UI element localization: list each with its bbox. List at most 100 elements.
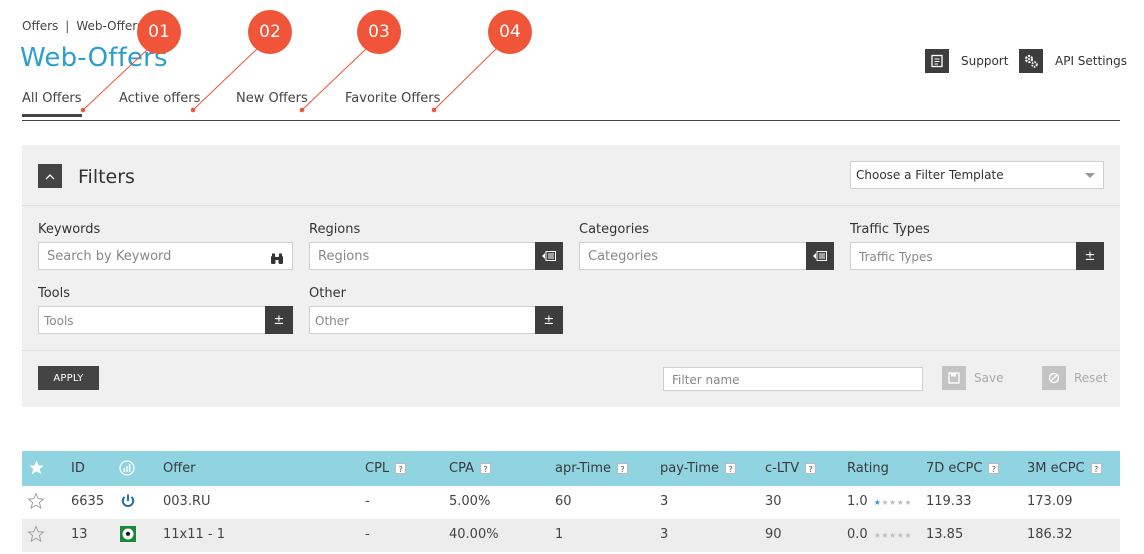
c-ltv-label: c-LTV bbox=[765, 461, 800, 476]
offer-rating: 0.0 ★★★★★ bbox=[847, 527, 912, 542]
regions-field[interactable]: Regions bbox=[309, 242, 563, 270]
categories-placeholder: Categories bbox=[588, 249, 659, 264]
categories-label: Categories bbox=[579, 222, 650, 237]
traffic-types-toggle-button[interactable]: ± bbox=[1076, 242, 1104, 270]
chevron-up-icon bbox=[45, 173, 55, 179]
apr-time-label: apr-Time bbox=[555, 461, 612, 476]
column-header-offer[interactable]: Offer bbox=[163, 461, 196, 476]
other-placeholder: Other bbox=[315, 314, 350, 328]
7d-ecpc-label: 7D eCPC bbox=[926, 461, 983, 476]
column-header-c-ltv[interactable]: c-LTV? bbox=[765, 461, 817, 476]
keyword-search-placeholder: Search by Keyword bbox=[47, 249, 172, 264]
traffic-types-placeholder: Traffic Types bbox=[859, 250, 933, 264]
rating-stars: ★★★★★ bbox=[873, 498, 913, 507]
column-header-3m-ecpc[interactable]: 3M eCPC? bbox=[1027, 461, 1102, 476]
3m-ecpc-label: 3M eCPC bbox=[1027, 461, 1085, 476]
pay-time-label: pay-Time bbox=[660, 461, 719, 476]
offer-cpl: - bbox=[365, 494, 370, 509]
rating-value: 0.0 bbox=[847, 527, 868, 542]
favorite-star-icon[interactable] bbox=[28, 459, 45, 476]
offer-3m-ecpc: 186.32 bbox=[1027, 527, 1073, 542]
regions-label: Regions bbox=[309, 222, 361, 237]
column-header-cpl[interactable]: CPL? bbox=[365, 461, 407, 476]
list-icon bbox=[813, 251, 827, 261]
chevron-down-icon bbox=[1085, 173, 1095, 178]
help-icon[interactable]: ? bbox=[617, 463, 629, 474]
favorite-star-outline-icon[interactable] bbox=[27, 492, 45, 514]
reset-icon bbox=[1042, 366, 1066, 390]
help-icon[interactable]: ? bbox=[395, 463, 407, 474]
table-row[interactable]: 6635 003.RU - 5.00% 60 3 30 1.0 ★★★★★ 119… bbox=[22, 486, 1120, 519]
offer-7d-ecpc: 13.85 bbox=[926, 527, 964, 542]
table-row[interactable]: 13 11x11 - 1 - 40.00% 1 3 90 0.0 ★★★★★ 13… bbox=[22, 519, 1120, 552]
filter-name-placeholder: Filter name bbox=[672, 373, 740, 387]
offer-rating: 1.0 ★★★★★ bbox=[847, 494, 912, 509]
callout-marker-02: 02 bbox=[248, 10, 292, 54]
tools-label: Tools bbox=[38, 286, 71, 301]
reset-label: Reset bbox=[1074, 371, 1108, 385]
offer-c-ltv: 30 bbox=[765, 494, 782, 509]
column-header-cpa[interactable]: CPA? bbox=[449, 461, 491, 476]
callout-marker-04: 04 bbox=[488, 10, 532, 54]
callout-marker-03: 03 bbox=[357, 10, 401, 54]
column-header-id[interactable]: ID bbox=[71, 461, 85, 476]
collapse-filters-button[interactable] bbox=[38, 164, 62, 188]
help-icon[interactable]: ? bbox=[805, 463, 817, 474]
offer-pay-time: 3 bbox=[660, 527, 669, 542]
panel-divider bbox=[22, 205, 1120, 206]
offer-apr-time: 60 bbox=[555, 494, 572, 509]
rating-stars: ★★★★★ bbox=[873, 531, 913, 540]
power-icon bbox=[120, 493, 136, 513]
offer-id: 6635 bbox=[71, 494, 105, 509]
offer-3m-ecpc: 173.09 bbox=[1027, 494, 1073, 509]
categories-list-button[interactable] bbox=[806, 242, 834, 270]
binoculars-icon bbox=[270, 250, 284, 269]
apply-button[interactable]: APPLY bbox=[38, 366, 99, 390]
regions-placeholder: Regions bbox=[318, 249, 370, 264]
list-icon bbox=[542, 251, 556, 261]
save-icon bbox=[942, 366, 966, 390]
favorite-star-outline-icon[interactable] bbox=[27, 525, 45, 547]
column-header-rating[interactable]: Rating bbox=[847, 461, 889, 476]
regions-list-button[interactable] bbox=[535, 242, 563, 270]
offer-c-ltv: 90 bbox=[765, 527, 782, 542]
other-field[interactable]: Other ± bbox=[309, 306, 563, 334]
save-filter-button[interactable]: Save bbox=[942, 366, 1003, 390]
table-header: ID Offer CPL? CPA? apr-Time? pay-Time? c… bbox=[22, 451, 1120, 486]
filters-panel: Filters Choose a Filter Template Keyword… bbox=[22, 145, 1120, 407]
offer-pay-time: 3 bbox=[660, 494, 669, 509]
offer-name[interactable]: 11x11 - 1 bbox=[163, 527, 225, 542]
rating-value: 1.0 bbox=[847, 494, 868, 509]
keyword-search-input[interactable]: Search by Keyword bbox=[38, 242, 293, 270]
offer-7d-ecpc: 119.33 bbox=[926, 494, 972, 509]
soccer-ball-icon bbox=[120, 526, 136, 546]
other-toggle-button[interactable]: ± bbox=[535, 306, 563, 334]
traffic-types-label: Traffic Types bbox=[850, 222, 930, 237]
signal-icon[interactable] bbox=[119, 460, 135, 476]
reset-filter-button[interactable]: Reset bbox=[1042, 366, 1108, 390]
filters-title: Filters bbox=[78, 166, 135, 188]
cpl-label: CPL bbox=[365, 461, 390, 476]
offer-cpa: 5.00% bbox=[449, 494, 491, 509]
categories-field[interactable]: Categories bbox=[579, 242, 834, 270]
filter-template-select[interactable]: Choose a Filter Template bbox=[850, 161, 1104, 189]
help-icon[interactable]: ? bbox=[725, 463, 736, 474]
offer-cpl: - bbox=[365, 527, 370, 542]
offer-id: 13 bbox=[71, 527, 88, 542]
column-header-7d-ecpc[interactable]: 7D eCPC? bbox=[926, 461, 1000, 476]
filter-template-value: Choose a Filter Template bbox=[856, 168, 1004, 182]
column-header-apr-time[interactable]: apr-Time? bbox=[555, 461, 629, 476]
column-header-pay-time[interactable]: pay-Time? bbox=[660, 461, 736, 476]
panel-divider bbox=[22, 350, 1120, 351]
help-icon[interactable]: ? bbox=[479, 463, 491, 474]
traffic-types-field[interactable]: Traffic Types ± bbox=[850, 242, 1104, 270]
tools-placeholder: Tools bbox=[44, 314, 74, 328]
offer-name[interactable]: 003.RU bbox=[163, 494, 211, 509]
tools-field[interactable]: Tools ± bbox=[38, 306, 293, 334]
filter-name-input[interactable]: Filter name bbox=[663, 367, 923, 391]
help-icon[interactable]: ? bbox=[988, 463, 1000, 474]
cpa-label: CPA bbox=[449, 461, 474, 476]
keywords-label: Keywords bbox=[38, 222, 101, 237]
help-icon[interactable]: ? bbox=[1090, 463, 1102, 474]
tools-toggle-button[interactable]: ± bbox=[265, 306, 293, 334]
